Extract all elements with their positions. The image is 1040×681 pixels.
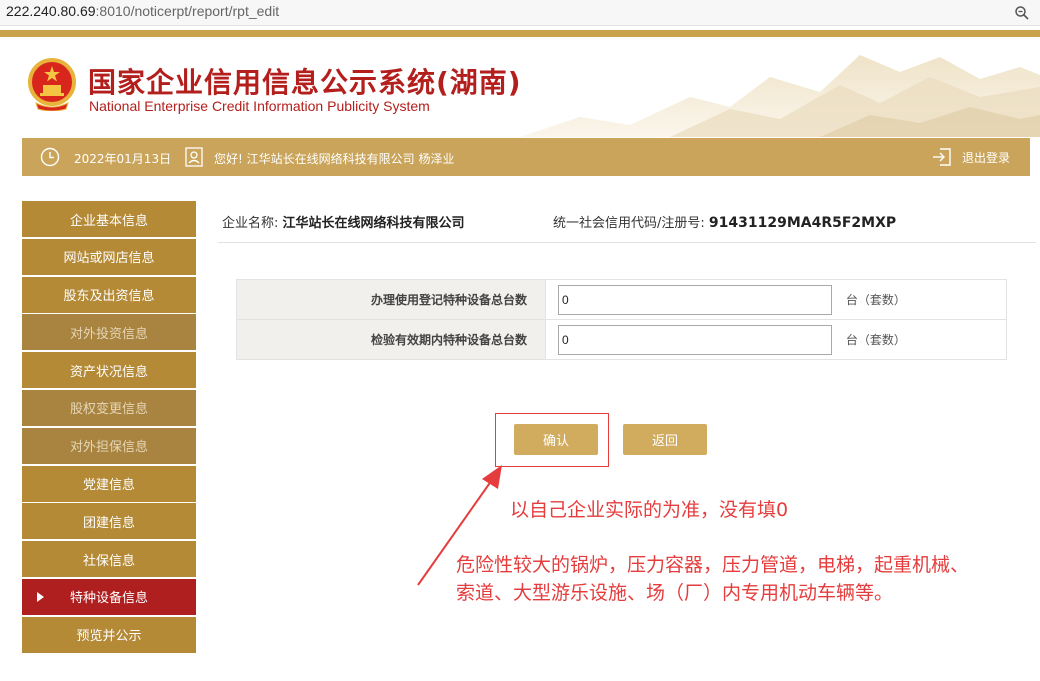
sidebar-item-special-equipment-info[interactable]: 特种设备信息 (22, 578, 196, 615)
sidebar-item-investment-info[interactable]: 对外投资信息 (22, 314, 196, 351)
sidebar-item-website-info[interactable]: 网站或网店信息 (22, 238, 196, 275)
sidebar-item-league-info[interactable]: 团建信息 (22, 503, 196, 540)
site-subtitle: National Enterprise Credit Information P… (89, 98, 430, 114)
mountain-landscape-decoration (520, 37, 1040, 137)
form-row: 检验有效期内特种设备总台数 台（套数） (236, 319, 1007, 360)
back-button[interactable]: 返回 (623, 424, 707, 455)
logout-icon (932, 148, 951, 166)
sidebar-item-guarantee-info[interactable]: 对外担保信息 (22, 427, 196, 464)
top-gold-stripe (0, 30, 1040, 37)
national-emblem-icon (28, 58, 76, 111)
inspected-equipment-input[interactable] (558, 324, 832, 355)
sidebar-item-preview-publish[interactable]: 预览并公示 (22, 616, 196, 653)
registered-equipment-label: 办理使用登记特种设备总台数 (236, 279, 546, 320)
sidebar-item-assets-info[interactable]: 资产状况信息 (22, 352, 196, 389)
sidebar-item-basic-info[interactable]: 企业基本信息 (22, 201, 196, 237)
unit-label: 台（套数） (845, 333, 906, 347)
sidebar-item-shareholder-info[interactable]: 股东及出资信息 (22, 276, 196, 313)
annotation-note-equipment-types: 危险性较大的锅炉，压力容器，压力管道，电梯，起重机械、 索道、大型游乐设施、场（… (456, 551, 969, 607)
sidebar-item-equity-change-info[interactable]: 股权变更信息 (22, 389, 196, 426)
logout-button[interactable]: 退出登录 (932, 146, 1010, 168)
inspected-equipment-cell: 台（套数） (545, 319, 1007, 360)
inspected-equipment-label: 检验有效期内特种设备总台数 (236, 319, 546, 360)
company-name-line: 企业名称: 江华站长在线网络科技有限公司 (222, 212, 465, 231)
current-date: 2022年01月13日 (74, 152, 172, 166)
unit-label: 台（套数） (845, 293, 906, 307)
sidebar-nav: 企业基本信息 网站或网店信息 股东及出资信息 对外投资信息 资产状况信息 股权变… (22, 201, 196, 655)
site-title: 国家企业信用信息公示系统(湖南) (88, 66, 522, 99)
credit-code: 91431129MA4R5F2MXP (708, 215, 897, 231)
annotation-note-line: 危险性较大的锅炉，压力容器，压力管道，电梯，起重机械、 (456, 554, 970, 576)
zoom-icon[interactable] (1014, 5, 1030, 21)
company-name-label: 企业名称: (222, 216, 279, 231)
special-equipment-form: 办理使用登记特种设备总台数 台（套数） 检验有效期内特种设备总台数 台（套数） (236, 279, 1007, 360)
url-path: :8010/noticerpt/report/rpt_edit (95, 3, 280, 19)
annotation-note-line: 索道、大型游乐设施、场（厂）内专用机动车辆等。 (456, 582, 894, 604)
form-row: 办理使用登记特种设备总台数 台（套数） (236, 279, 1007, 320)
site-header: 国家企业信用信息公示系统(湖南) National Enterprise Cre… (0, 37, 1040, 137)
sidebar-item-social-security-info[interactable]: 社保信息 (22, 541, 196, 578)
user-icon (185, 147, 203, 167)
logout-label: 退出登录 (961, 150, 1010, 165)
annotation-note-fill-zero: 以自己企业实际的为准，没有填0 (510, 499, 789, 521)
credit-code-line: 统一社会信用代码/注册号: 91431129MA4R5F2MXP (553, 212, 896, 231)
header-divider (218, 242, 1036, 243)
clock-icon (40, 147, 60, 167)
url-host: 222.240.80.69 (6, 3, 96, 19)
browser-address-bar[interactable]: 222.240.80.69:8010/noticerpt/report/rpt_… (0, 0, 1040, 26)
info-bar: 2022年01月13日 您好! 江华站长在线网络科技有限公司 杨泽业 退出登录 (22, 138, 1030, 176)
credit-code-label: 统一社会信用代码/注册号: (553, 216, 705, 231)
url-text[interactable]: 222.240.80.69:8010/noticerpt/report/rpt_… (6, 3, 279, 19)
registered-equipment-cell: 台（套数） (545, 279, 1007, 320)
user-greeting: 您好! 江华站长在线网络科技有限公司 杨泽业 (214, 152, 455, 166)
sidebar-item-party-info[interactable]: 党建信息 (22, 465, 196, 502)
registered-equipment-input[interactable] (558, 284, 832, 315)
company-name: 江华站长在线网络科技有限公司 (282, 216, 465, 231)
